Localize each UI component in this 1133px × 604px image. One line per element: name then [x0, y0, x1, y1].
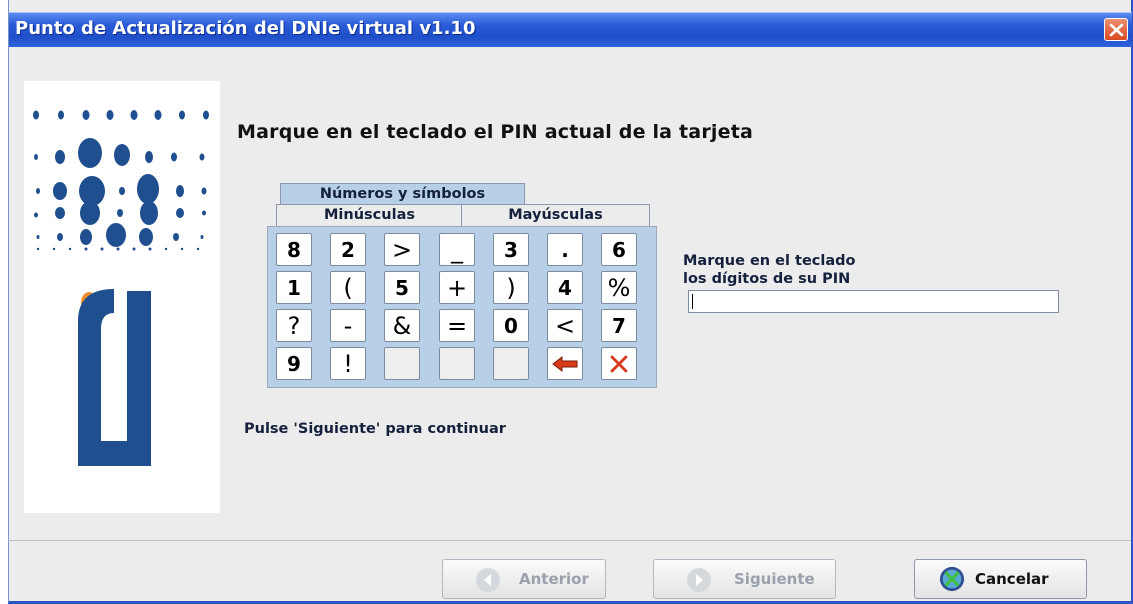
- continue-hint: Pulse 'Siguiente' para continuar: [244, 421, 506, 437]
- key-question[interactable]: ?: [276, 309, 312, 342]
- logo-letters: [78, 289, 151, 466]
- clear-icon: [610, 355, 628, 373]
- key-0[interactable]: 0: [493, 309, 529, 342]
- key-backspace[interactable]: [547, 347, 583, 380]
- key-minus[interactable]: -: [330, 309, 366, 342]
- title-bar[interactable]: Punto de Actualización del DNIe virtual …: [9, 12, 1132, 47]
- key-close-paren[interactable]: ): [493, 271, 529, 304]
- close-button[interactable]: [1104, 18, 1128, 41]
- key-2[interactable]: 2: [330, 233, 366, 266]
- previous-button[interactable]: Anterior: [442, 559, 606, 599]
- tab-mayusculas[interactable]: Mayúsculas: [461, 204, 650, 226]
- key-underscore[interactable]: _: [439, 233, 475, 266]
- key-7[interactable]: 7: [601, 309, 637, 342]
- key-open-paren[interactable]: (: [330, 271, 366, 304]
- key-greater-than[interactable]: >: [384, 233, 420, 266]
- previous-label: Anterior: [519, 570, 589, 588]
- key-3[interactable]: 3: [493, 233, 529, 266]
- key-percent[interactable]: %: [601, 271, 637, 304]
- arrow-left-icon: [476, 568, 500, 592]
- logo-dots-pattern: [33, 110, 209, 251]
- window-title: Punto de Actualización del DNIe virtual …: [15, 18, 476, 39]
- key-1[interactable]: 1: [276, 271, 312, 304]
- key-equals[interactable]: =: [439, 309, 475, 342]
- pin-input[interactable]: [688, 290, 1059, 313]
- dni-logo: [33, 110, 209, 466]
- key-less-than[interactable]: <: [547, 309, 583, 342]
- instruction-title: Marque en el teclado el PIN actual de la…: [237, 121, 753, 143]
- dni-logo-panel: [24, 81, 220, 513]
- cancel-label: Cancelar: [975, 570, 1049, 588]
- virtual-keypad: 8 2 > _ 3 . 6 1 ( 5 + ) 4 % ? - & = 0 < …: [267, 226, 657, 388]
- arrow-right-icon: [687, 568, 711, 592]
- tab-minusculas[interactable]: Minúsculas: [276, 204, 463, 226]
- key-blank: [439, 347, 475, 380]
- key-clear[interactable]: [601, 347, 637, 380]
- key-5[interactable]: 5: [384, 271, 420, 304]
- backspace-icon: [552, 355, 578, 373]
- key-blank: [384, 347, 420, 380]
- cancel-icon: [939, 566, 965, 592]
- key-plus[interactable]: +: [439, 271, 475, 304]
- pin-label-line1: Marque en el teclado: [683, 253, 856, 269]
- key-period[interactable]: .: [547, 233, 583, 266]
- key-exclamation[interactable]: !: [330, 347, 366, 380]
- next-button[interactable]: Siguiente: [653, 559, 836, 599]
- key-ampersand[interactable]: &: [384, 309, 420, 342]
- tab-numeros-simbolos[interactable]: Números y símbolos: [280, 183, 525, 205]
- key-6[interactable]: 6: [601, 233, 637, 266]
- next-label: Siguiente: [734, 570, 815, 588]
- key-4[interactable]: 4: [547, 271, 583, 304]
- key-blank: [493, 347, 529, 380]
- close-icon: [1109, 23, 1124, 37]
- footer-separator: [8, 540, 1131, 541]
- key-8[interactable]: 8: [276, 233, 312, 266]
- pin-label-line2: los dígitos de su PIN: [683, 271, 851, 287]
- key-9[interactable]: 9: [276, 347, 312, 380]
- text-caret: [692, 294, 693, 309]
- cancel-button[interactable]: Cancelar: [914, 559, 1087, 599]
